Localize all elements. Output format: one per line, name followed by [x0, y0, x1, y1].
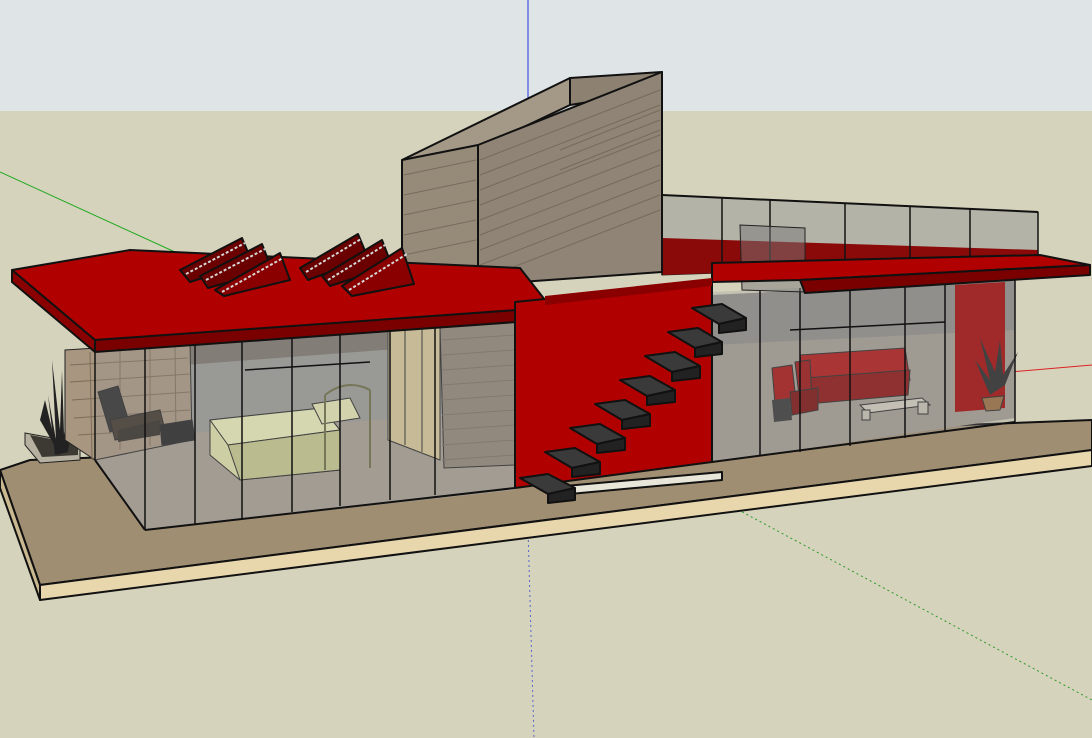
red-stair-wall[interactable]: [514, 278, 713, 489]
scene-canvas[interactable]: [0, 0, 1092, 738]
modeling-viewport[interactable]: [0, 0, 1092, 738]
